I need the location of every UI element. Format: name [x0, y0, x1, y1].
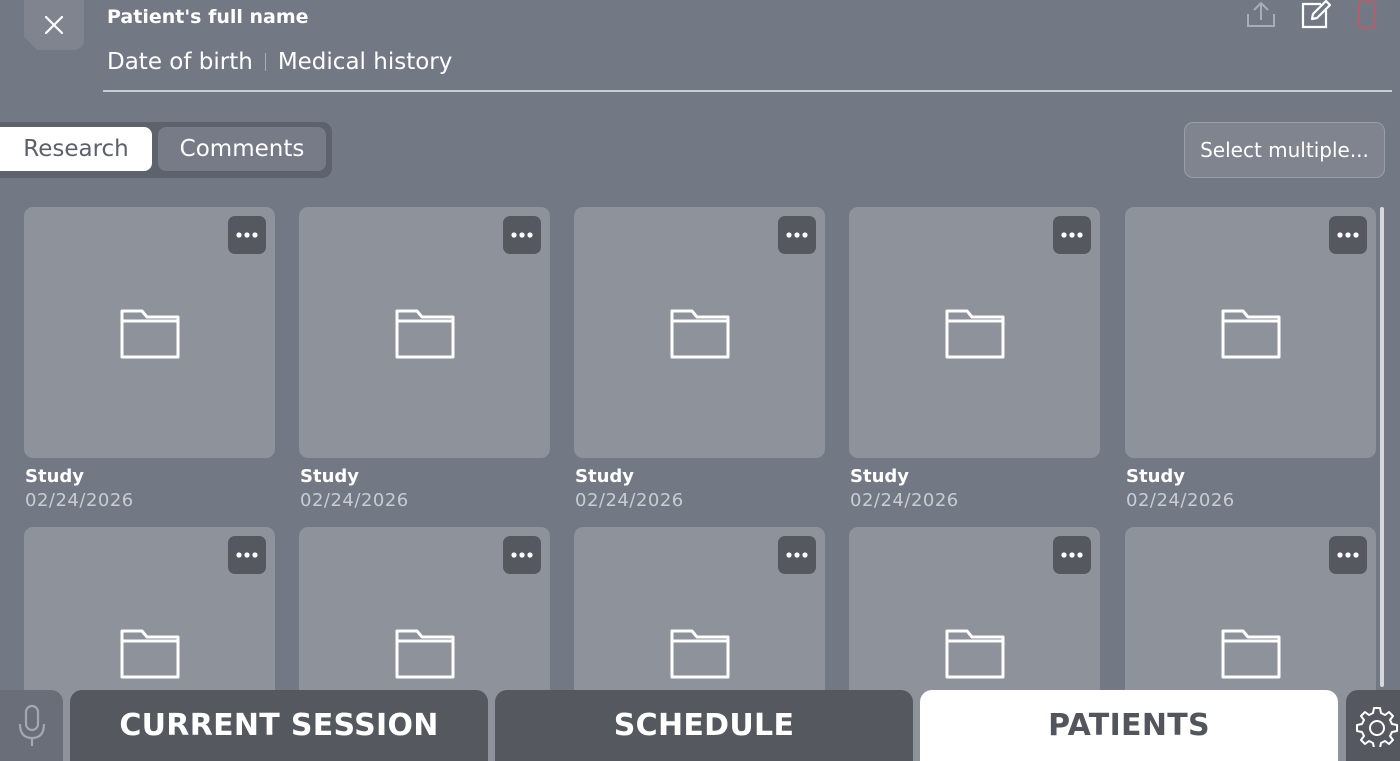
folder-icon — [1221, 629, 1281, 679]
edit-button[interactable] — [1298, 0, 1332, 32]
folder-icon — [120, 629, 180, 679]
more-icon — [511, 552, 533, 558]
bottom-nav: CURRENT SESSION SCHEDULE PATIENTS — [0, 690, 1400, 761]
study-title: Study — [300, 466, 360, 487]
study-more-button[interactable] — [1053, 216, 1091, 254]
tab-comments[interactable]: Comments — [158, 127, 326, 171]
study-title: Study — [1126, 466, 1186, 487]
header-divider — [103, 90, 1392, 92]
study-more-button[interactable] — [1329, 216, 1367, 254]
study-date: 02/24/2026 — [1126, 490, 1235, 511]
study-title: Study — [850, 466, 910, 487]
view-tabs: Research Comments — [0, 122, 332, 178]
microphone-button[interactable] — [0, 690, 63, 761]
study-tile[interactable] — [849, 207, 1100, 458]
study-title: Study — [575, 466, 635, 487]
medical-history[interactable]: Medical history — [278, 49, 453, 75]
study-more-button[interactable] — [228, 536, 266, 574]
study-more-button[interactable] — [503, 216, 541, 254]
folder-icon — [395, 309, 455, 359]
share-icon — [1247, 1, 1275, 27]
patient-meta: Date of birth Medical history — [107, 49, 452, 75]
study-date: 02/24/2026 — [300, 490, 409, 511]
gear-icon — [1356, 706, 1398, 747]
study-date: 02/24/2026 — [575, 490, 684, 511]
select-multiple-button[interactable]: Select multiple... — [1184, 122, 1385, 178]
folder-icon — [120, 309, 180, 359]
more-icon — [1337, 552, 1359, 558]
nav-current-session[interactable]: CURRENT SESSION — [70, 690, 488, 761]
study-tile[interactable] — [1125, 207, 1376, 458]
delete-icon — [1358, 1, 1376, 29]
study-date: 02/24/2026 — [25, 490, 134, 511]
edit-icon — [1301, 0, 1331, 29]
more-icon — [786, 232, 808, 238]
microphone-icon — [18, 704, 45, 746]
study-tile[interactable] — [299, 207, 550, 458]
study-tile[interactable] — [574, 207, 825, 458]
folder-icon — [670, 629, 730, 679]
more-icon — [511, 232, 533, 238]
patient-name: Patient's full name — [107, 6, 309, 28]
study-more-button[interactable] — [778, 216, 816, 254]
share-button[interactable] — [1244, 0, 1278, 32]
delete-button[interactable] — [1350, 0, 1384, 32]
date-of-birth: Date of birth — [107, 49, 253, 75]
study-more-button[interactable] — [778, 536, 816, 574]
study-more-button[interactable] — [228, 216, 266, 254]
more-icon — [236, 552, 258, 558]
folder-icon — [945, 629, 1005, 679]
scrollbar[interactable] — [1380, 207, 1384, 687]
study-more-button[interactable] — [1053, 536, 1091, 574]
folder-icon — [945, 309, 1005, 359]
folder-icon — [670, 309, 730, 359]
tab-research[interactable]: Research — [0, 127, 152, 171]
meta-divider — [264, 53, 266, 71]
nav-patients[interactable]: PATIENTS — [920, 690, 1338, 761]
nav-schedule[interactable]: SCHEDULE — [495, 690, 913, 761]
more-icon — [1337, 232, 1359, 238]
more-icon — [1061, 552, 1083, 558]
folder-icon — [1221, 309, 1281, 359]
study-title: Study — [25, 466, 85, 487]
more-icon — [1061, 232, 1083, 238]
study-more-button[interactable] — [1329, 536, 1367, 574]
more-icon — [786, 552, 808, 558]
study-tile[interactable] — [24, 207, 275, 458]
study-more-button[interactable] — [503, 536, 541, 574]
study-date: 02/24/2026 — [850, 490, 959, 511]
settings-button[interactable] — [1346, 690, 1400, 761]
close-icon — [44, 15, 64, 35]
more-icon — [236, 232, 258, 238]
close-button[interactable] — [24, 0, 84, 50]
folder-icon — [395, 629, 455, 679]
